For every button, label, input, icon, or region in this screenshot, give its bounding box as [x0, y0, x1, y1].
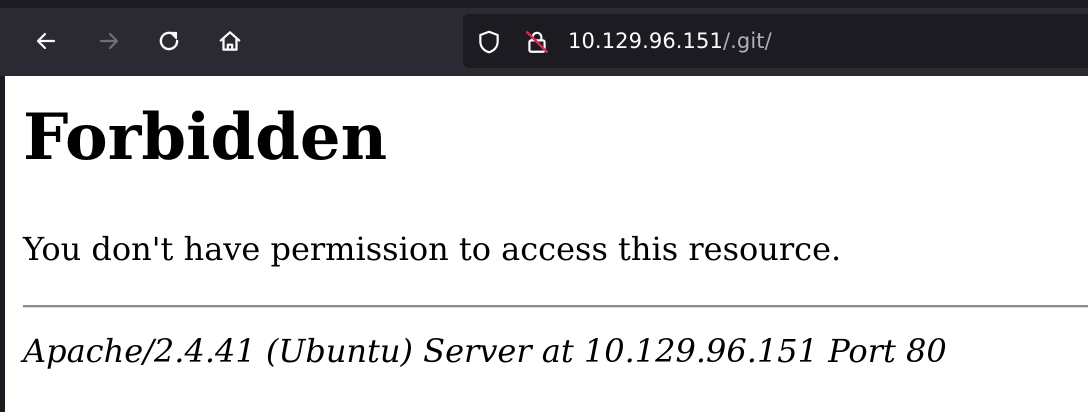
insecure-lock-icon[interactable]: [523, 28, 551, 56]
browser-window: 10.129.96.151/.git/ Forbidden You don't …: [0, 0, 1088, 412]
arrow-left-icon: [34, 29, 58, 53]
url-bar[interactable]: 10.129.96.151/.git/: [463, 14, 1088, 68]
page-title: Forbidden: [23, 100, 388, 175]
server-signature: Apache/2.4.41 (Ubuntu) Server at 10.129.…: [23, 332, 947, 370]
home-button[interactable]: [212, 23, 248, 59]
forward-button[interactable]: [91, 23, 127, 59]
error-message: You don't have permission to access this…: [23, 230, 842, 268]
shield-icon[interactable]: [475, 28, 503, 56]
page-content: Forbidden You don't have permission to a…: [5, 76, 1088, 412]
url-text[interactable]: 10.129.96.151/.git/: [568, 27, 772, 55]
back-button[interactable]: [28, 23, 64, 59]
arrow-right-icon: [97, 29, 121, 53]
home-icon: [217, 28, 243, 54]
url-host: 10.129.96.151: [568, 29, 723, 53]
reload-icon: [156, 28, 182, 54]
divider: [23, 305, 1088, 308]
browser-toolbar: 10.129.96.151/.git/: [0, 0, 1088, 76]
tab-strip-edge: [0, 0, 1088, 8]
url-path: /.git/: [722, 29, 772, 53]
reload-button[interactable]: [151, 23, 187, 59]
